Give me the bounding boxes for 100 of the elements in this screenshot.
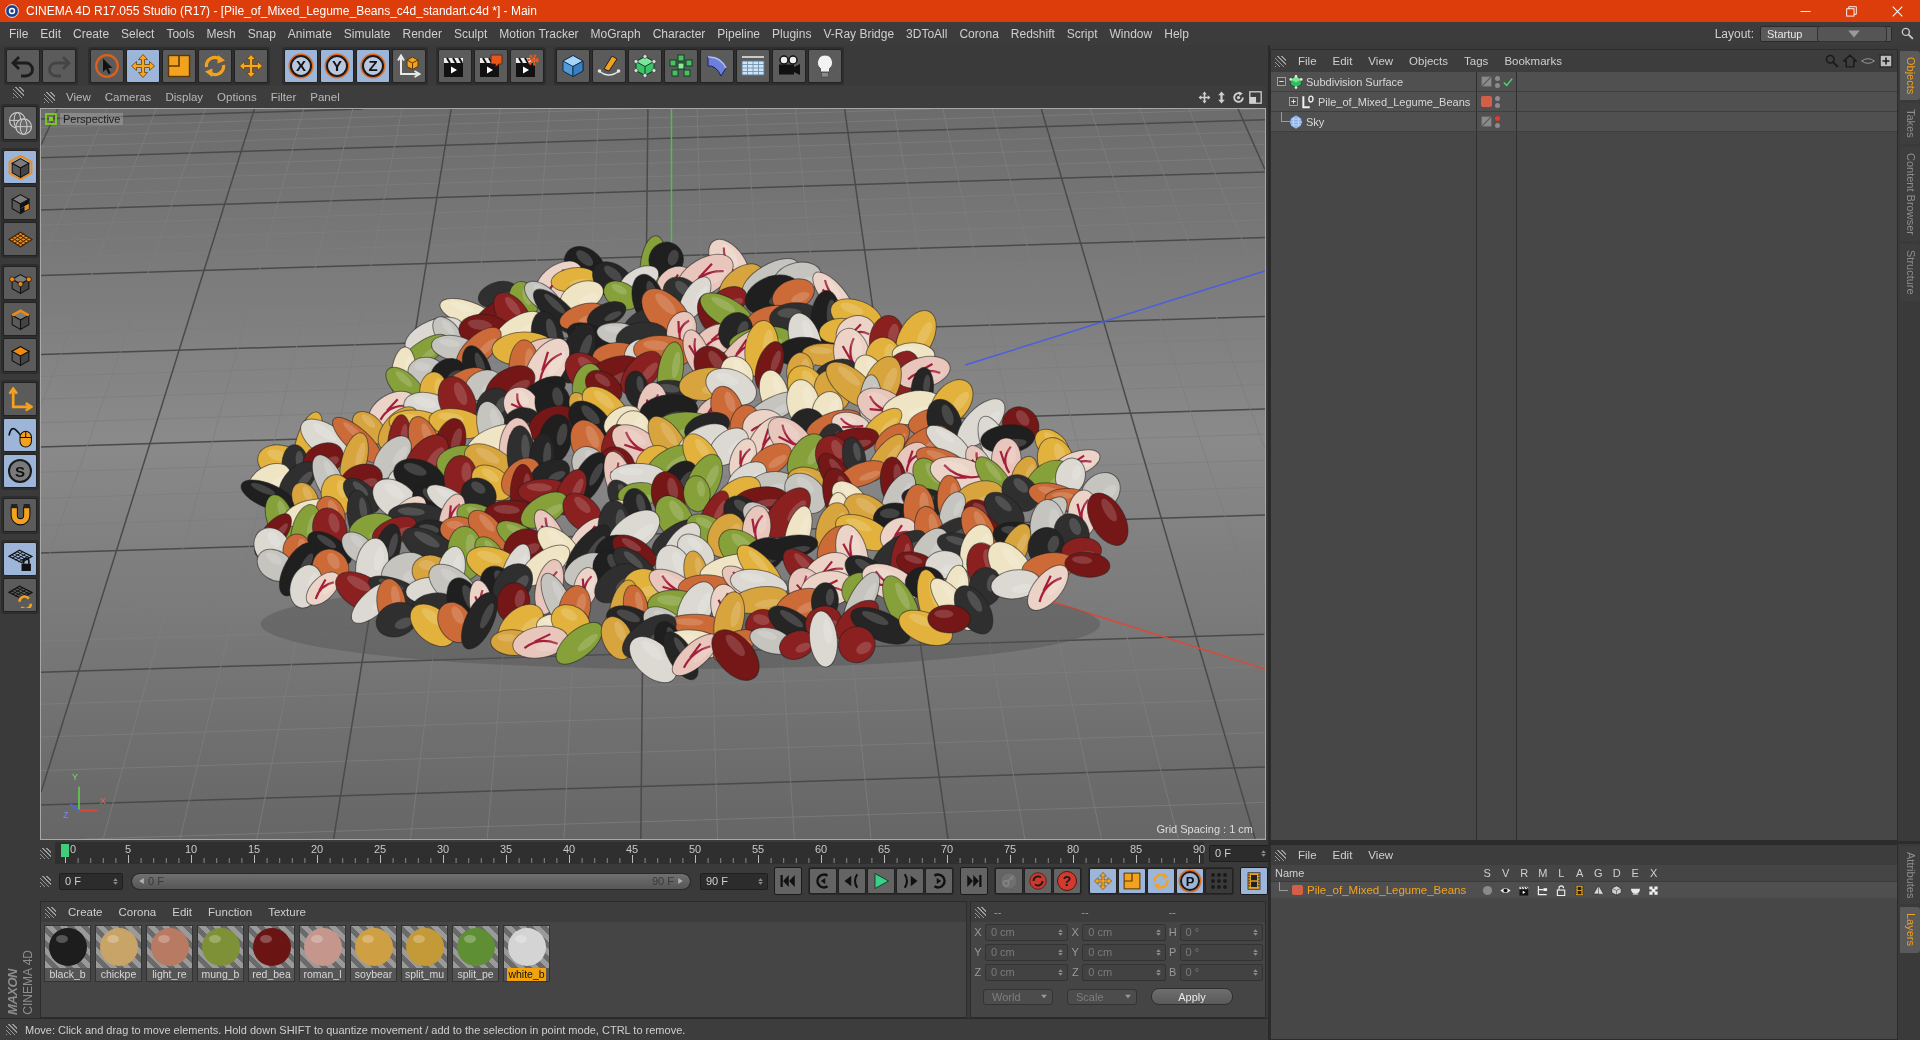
material-swatch[interactable]: black_b xyxy=(44,925,91,982)
menu-item[interactable]: File xyxy=(3,24,35,43)
menu-item[interactable]: View xyxy=(1360,849,1402,861)
menu-item[interactable]: Pipeline xyxy=(711,24,767,43)
menu-item[interactable]: File xyxy=(1290,55,1325,67)
material-swatch[interactable]: mung_b xyxy=(197,925,244,982)
scale-tool-button[interactable] xyxy=(162,48,196,83)
orbit-view-button[interactable] xyxy=(1232,90,1245,104)
menu-item[interactable]: Tags xyxy=(1456,55,1497,67)
render-visibility-dot[interactable] xyxy=(1495,102,1500,108)
menu-item[interactable]: Animate xyxy=(281,24,338,43)
autokey-button[interactable]: ? xyxy=(1053,868,1081,894)
grip-handle[interactable] xyxy=(1275,849,1286,861)
grip-handle[interactable] xyxy=(44,91,55,103)
material-swatch[interactable]: light_re xyxy=(146,925,193,982)
texture-mode-button[interactable] xyxy=(3,186,37,220)
render-visibility-dot[interactable] xyxy=(1495,82,1500,88)
render-visibility-dot[interactable] xyxy=(1495,122,1500,128)
new-window-button[interactable] xyxy=(1879,54,1893,68)
scale-key-button[interactable] xyxy=(1118,868,1146,894)
record-button[interactable] xyxy=(1024,868,1052,894)
go-to-start-button[interactable] xyxy=(774,867,802,895)
object-name[interactable]: Sky xyxy=(1306,115,1325,128)
menu-item[interactable]: Function xyxy=(200,906,261,918)
grip-handle[interactable] xyxy=(12,87,24,98)
material-swatch[interactable]: split_mu xyxy=(401,925,448,982)
menu-item[interactable]: Create xyxy=(67,24,116,43)
menu-item[interactable]: Options xyxy=(210,91,264,103)
menu-item[interactable]: Edit xyxy=(164,906,201,918)
playhead-marker[interactable] xyxy=(61,844,69,857)
timeline-button[interactable] xyxy=(1240,867,1268,895)
menu-item[interactable]: Objects xyxy=(1401,55,1457,67)
move-tool-button[interactable] xyxy=(126,48,160,83)
menu-item[interactable]: V-Ray Bridge xyxy=(817,24,901,43)
menu-item[interactable]: Snap xyxy=(241,24,282,43)
menu-item[interactable]: Script xyxy=(1060,24,1104,43)
menu-item[interactable]: Motion Tracker xyxy=(493,24,585,43)
grip-handle[interactable] xyxy=(40,847,51,859)
menu-item[interactable]: Texture xyxy=(260,906,314,918)
rotation-key-button[interactable] xyxy=(1147,868,1175,894)
position-key-button[interactable] xyxy=(1089,868,1117,894)
material-swatch[interactable]: red_bea xyxy=(248,925,295,982)
pen-button[interactable] xyxy=(592,48,626,83)
light-button[interactable] xyxy=(808,48,842,83)
cube-button[interactable] xyxy=(556,48,590,83)
menu-item[interactable]: Render xyxy=(396,24,448,43)
menu-item[interactable]: Select xyxy=(115,24,161,43)
menu-item[interactable]: Mesh xyxy=(200,24,242,43)
model-mode-button[interactable] xyxy=(3,150,37,184)
grip-handle[interactable] xyxy=(6,1024,17,1035)
deformer-button[interactable] xyxy=(700,48,734,83)
material-swatch[interactable]: soybear xyxy=(350,925,397,982)
menu-item[interactable]: Display xyxy=(158,91,211,103)
grip-handle[interactable] xyxy=(40,875,51,887)
camera-label[interactable]: Perspective xyxy=(60,113,124,125)
menu-item[interactable]: 3DToAll xyxy=(900,24,954,43)
editor-visibility-dot[interactable] xyxy=(1495,75,1500,81)
layer-color-swatch[interactable] xyxy=(1292,885,1303,895)
menu-item[interactable]: Corona xyxy=(110,906,165,918)
layer-color-swatch[interactable] xyxy=(1481,96,1492,107)
menu-item[interactable]: Filter xyxy=(263,91,304,103)
object-name[interactable]: Subdivision Surface xyxy=(1306,75,1404,88)
render-view-button[interactable] xyxy=(438,48,472,83)
coordinate-system-button[interactable] xyxy=(392,48,426,83)
start-frame-field[interactable]: 0 F xyxy=(59,872,123,890)
axis-mode-button[interactable] xyxy=(3,382,37,416)
current-frame-field[interactable]: 0 F xyxy=(1209,844,1271,862)
menu-item[interactable]: Window xyxy=(1103,24,1159,43)
menu-item[interactable]: Character xyxy=(646,24,712,43)
menu-item[interactable]: Redshift xyxy=(1004,24,1061,43)
material-swatch[interactable]: roman_l xyxy=(299,925,346,982)
menu-item[interactable]: Cameras xyxy=(97,91,159,103)
menu-item[interactable]: Edit xyxy=(1324,55,1361,67)
points-mode-button[interactable] xyxy=(3,266,37,300)
menu-item[interactable]: Plugins xyxy=(766,24,818,43)
menu-item[interactable]: Tools xyxy=(160,24,201,43)
object-name[interactable]: Pile_of_Mixed_Legume_Beans xyxy=(1318,95,1471,108)
lock-workplane-button[interactable] xyxy=(3,542,37,576)
floor-button[interactable] xyxy=(736,48,770,83)
last-tool-button[interactable] xyxy=(234,48,268,83)
material-swatch[interactable]: split_pe xyxy=(452,925,499,982)
menu-item[interactable]: Corona xyxy=(953,24,1005,43)
material-swatch[interactable]: white_b xyxy=(503,925,550,982)
editor-visibility-dot[interactable] xyxy=(1495,95,1500,101)
menu-item[interactable]: Panel xyxy=(303,91,347,103)
layout-dropdown[interactable]: Startup xyxy=(1760,25,1892,42)
x-axis-button[interactable]: X xyxy=(284,48,318,83)
render-picture-button[interactable] xyxy=(474,48,508,83)
edges-mode-button[interactable] xyxy=(3,302,37,336)
layer-name[interactable]: Pile_of_Mixed_Legume_Beans xyxy=(1307,884,1467,896)
next-key-button[interactable] xyxy=(925,868,953,894)
snap-button[interactable]: S xyxy=(3,454,37,488)
menu-item[interactable]: Sculpt xyxy=(447,24,494,43)
editor-visibility-dot[interactable] xyxy=(1495,115,1500,121)
align-workplane-button[interactable] xyxy=(3,578,37,612)
z-axis-button[interactable]: Z xyxy=(356,48,390,83)
undo-button[interactable] xyxy=(6,48,40,83)
menu-item[interactable]: Edit xyxy=(34,24,68,43)
material-swatch[interactable]: chickpe xyxy=(95,925,142,982)
menu-item[interactable]: Help xyxy=(1158,24,1195,43)
